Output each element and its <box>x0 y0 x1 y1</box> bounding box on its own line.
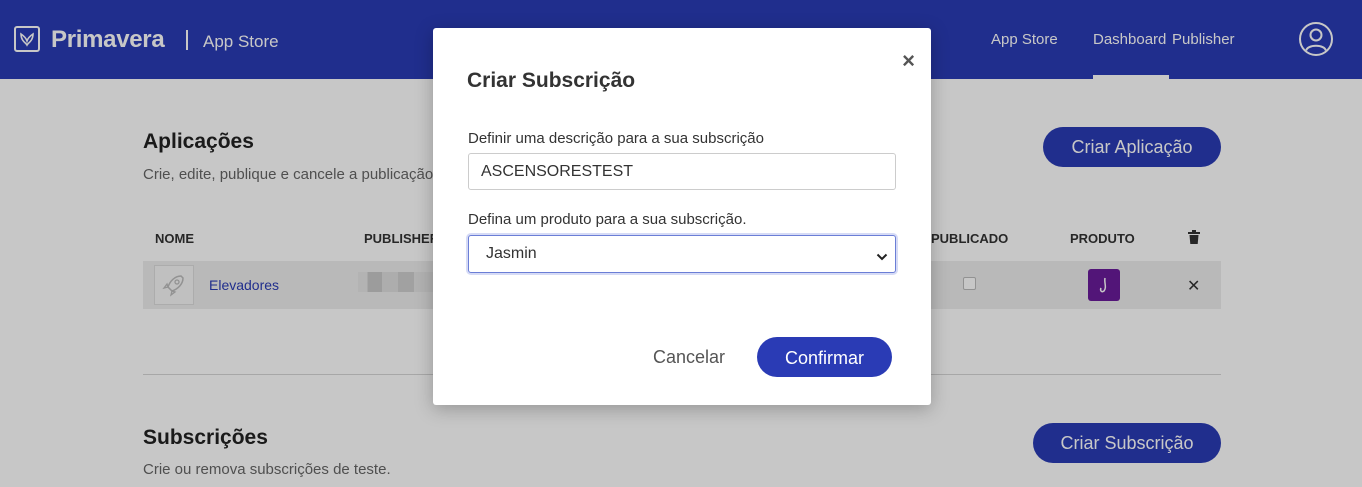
product-select-value: Jasmin <box>486 245 537 262</box>
cancel-button[interactable]: Cancelar <box>653 347 725 368</box>
confirm-button[interactable]: Confirmar <box>757 337 892 377</box>
description-label: Definir uma descrição para a sua subscri… <box>468 130 764 147</box>
dialog-title: Criar Subscrição <box>467 69 636 92</box>
close-icon[interactable]: × <box>902 48 915 74</box>
chevron-down-icon <box>876 249 888 267</box>
product-select[interactable]: Jasmin <box>468 235 896 273</box>
description-input[interactable] <box>468 153 896 190</box>
create-subscription-dialog: × Criar Subscrição Definir uma descrição… <box>433 28 931 405</box>
product-label: Defina um produto para a sua subscrição. <box>468 211 747 228</box>
